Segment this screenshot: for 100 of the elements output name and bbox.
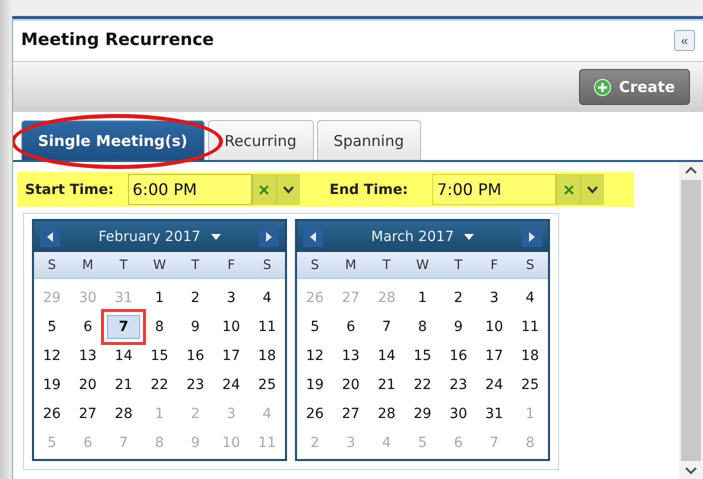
create-button[interactable]: Create <box>578 69 690 105</box>
calendar-day[interactable]: 27 <box>342 406 360 422</box>
calendar-day[interactable]: 29 <box>414 406 432 422</box>
next-month-button[interactable] <box>522 226 542 246</box>
calendar-day[interactable]: 25 <box>258 376 276 392</box>
calendar-day[interactable]: 2 <box>454 290 463 306</box>
calendar-day[interactable]: 17 <box>222 348 240 364</box>
calendar-day[interactable]: 2 <box>190 290 200 306</box>
calendar-day[interactable]: 5 <box>310 318 320 334</box>
previous-month-icon <box>46 232 54 242</box>
calendar-day[interactable]: 20 <box>342 376 360 392</box>
calendar-day[interactable]: 24 <box>485 376 504 392</box>
calendar-day[interactable]: 28 <box>378 406 396 422</box>
calendar-day[interactable]: 18 <box>521 348 539 364</box>
dropdown-button[interactable] <box>580 174 604 205</box>
panel-title: Meeting Recurrence <box>21 30 214 50</box>
previous-month-button[interactable] <box>40 226 60 246</box>
caret-icon <box>210 234 221 240</box>
calendar-day[interactable]: 15 <box>414 348 432 364</box>
calendar-day[interactable]: 17 <box>485 348 504 364</box>
next-month-icon <box>528 232 536 242</box>
weekday-label: W <box>415 258 430 272</box>
clear-icon <box>259 184 269 194</box>
weekday-label: T <box>453 258 464 272</box>
time-field[interactable]: 6:00 PM <box>128 174 252 205</box>
weekday-label: S <box>46 258 58 272</box>
weekday-label: F <box>226 258 236 272</box>
weekday-label: S <box>262 258 272 272</box>
calendar-day[interactable]: 3 <box>490 290 499 306</box>
calendar-day[interactable]: 16 <box>449 348 468 364</box>
calendar-day[interactable]: 28 <box>114 406 133 422</box>
calendar-day[interactable]: 7 <box>382 318 392 334</box>
weekday-label: S <box>524 258 536 272</box>
previous-month-icon <box>309 232 317 242</box>
tab[interactable]: Spanning <box>316 120 421 160</box>
calendar-day[interactable]: 30 <box>449 406 468 422</box>
calendar-day[interactable]: 25 <box>521 376 539 392</box>
scrollbar[interactable] <box>679 162 703 479</box>
weekday-label: S <box>310 258 320 272</box>
previous-month-button[interactable] <box>303 226 323 246</box>
calendar-day[interactable]: 4 <box>262 290 272 306</box>
calendar-day[interactable]: 4 <box>526 290 535 306</box>
next-month-button[interactable] <box>259 226 279 246</box>
calendar-day[interactable]: 6 <box>346 318 356 334</box>
calendar-day[interactable]: 10 <box>485 318 504 334</box>
calendar-day[interactable]: 23 <box>449 376 468 392</box>
calendar-day[interactable]: 5 <box>47 318 56 334</box>
calendar-day[interactable]: 22 <box>414 376 432 392</box>
calendar-day[interactable]: 20 <box>78 376 97 392</box>
calendar-day[interactable]: 6 <box>83 318 92 334</box>
calendar-day[interactable]: 9 <box>454 318 463 334</box>
calendar-day[interactable]: 14 <box>114 348 133 364</box>
plus-icon <box>594 78 611 96</box>
calendar-day[interactable]: 21 <box>378 376 396 392</box>
calendar-day[interactable]: 8 <box>155 318 164 334</box>
calendar-day[interactable]: 13 <box>78 348 97 364</box>
weekday-label: M <box>81 258 94 272</box>
scroll-up-icon <box>685 166 697 174</box>
weekday-label: F <box>489 258 499 272</box>
calendar-day[interactable]: 31 <box>485 406 504 422</box>
calendar-day[interactable]: 11 <box>258 318 276 334</box>
calendar-day[interactable]: 12 <box>43 348 61 364</box>
calendar-day[interactable]: 3 <box>226 290 236 306</box>
calendar-day[interactable]: 8 <box>418 318 427 334</box>
dropdown-button[interactable] <box>276 174 300 205</box>
calendar-day[interactable]: 13 <box>342 348 360 364</box>
caret-icon <box>464 234 474 240</box>
calendar-day[interactable]: 11 <box>521 318 539 334</box>
clear-icon <box>564 184 574 194</box>
calendar-day[interactable]: 21 <box>114 376 133 392</box>
weekday-label: T <box>190 258 200 272</box>
calendar-day[interactable]: 10 <box>222 318 240 334</box>
calendar-day[interactable]: 18 <box>258 348 276 364</box>
calendar-day[interactable]: 12 <box>306 348 324 364</box>
calendar-day[interactable]: 19 <box>306 376 324 392</box>
scroll-down-icon <box>685 467 697 475</box>
tab[interactable]: Single Meeting(s) <box>21 120 205 160</box>
calendar-day[interactable]: 22 <box>150 376 168 392</box>
calendar-day[interactable]: 27 <box>78 406 97 422</box>
chevron-down-icon <box>282 186 294 194</box>
calendar-day[interactable]: 1 <box>155 290 164 306</box>
calendar-day[interactable]: 16 <box>186 348 204 364</box>
weekday-label: W <box>152 258 167 272</box>
weekday-label: M <box>344 258 358 272</box>
calendar-day[interactable]: 26 <box>306 406 324 422</box>
time-label: Start Time: <box>25 182 115 198</box>
calendar-day[interactable]: 14 <box>378 348 396 364</box>
time-field[interactable]: 7:00 PM <box>432 174 556 205</box>
collapse-button[interactable]: « <box>674 30 695 50</box>
chevron-down-icon <box>587 186 598 194</box>
calendar-day[interactable]: 15 <box>150 348 168 364</box>
calendar-day[interactable]: 1 <box>418 290 427 306</box>
calendar-day[interactable]: 9 <box>190 318 200 334</box>
weekday-label: T <box>382 258 392 272</box>
tab[interactable]: Recurring <box>208 120 314 160</box>
calendar-day[interactable]: 26 <box>43 406 61 422</box>
calendar-day[interactable]: 23 <box>186 376 204 392</box>
calendar-day[interactable]: 24 <box>222 376 240 392</box>
calendar-day[interactable]: 19 <box>43 376 61 392</box>
next-month-icon <box>265 232 273 242</box>
